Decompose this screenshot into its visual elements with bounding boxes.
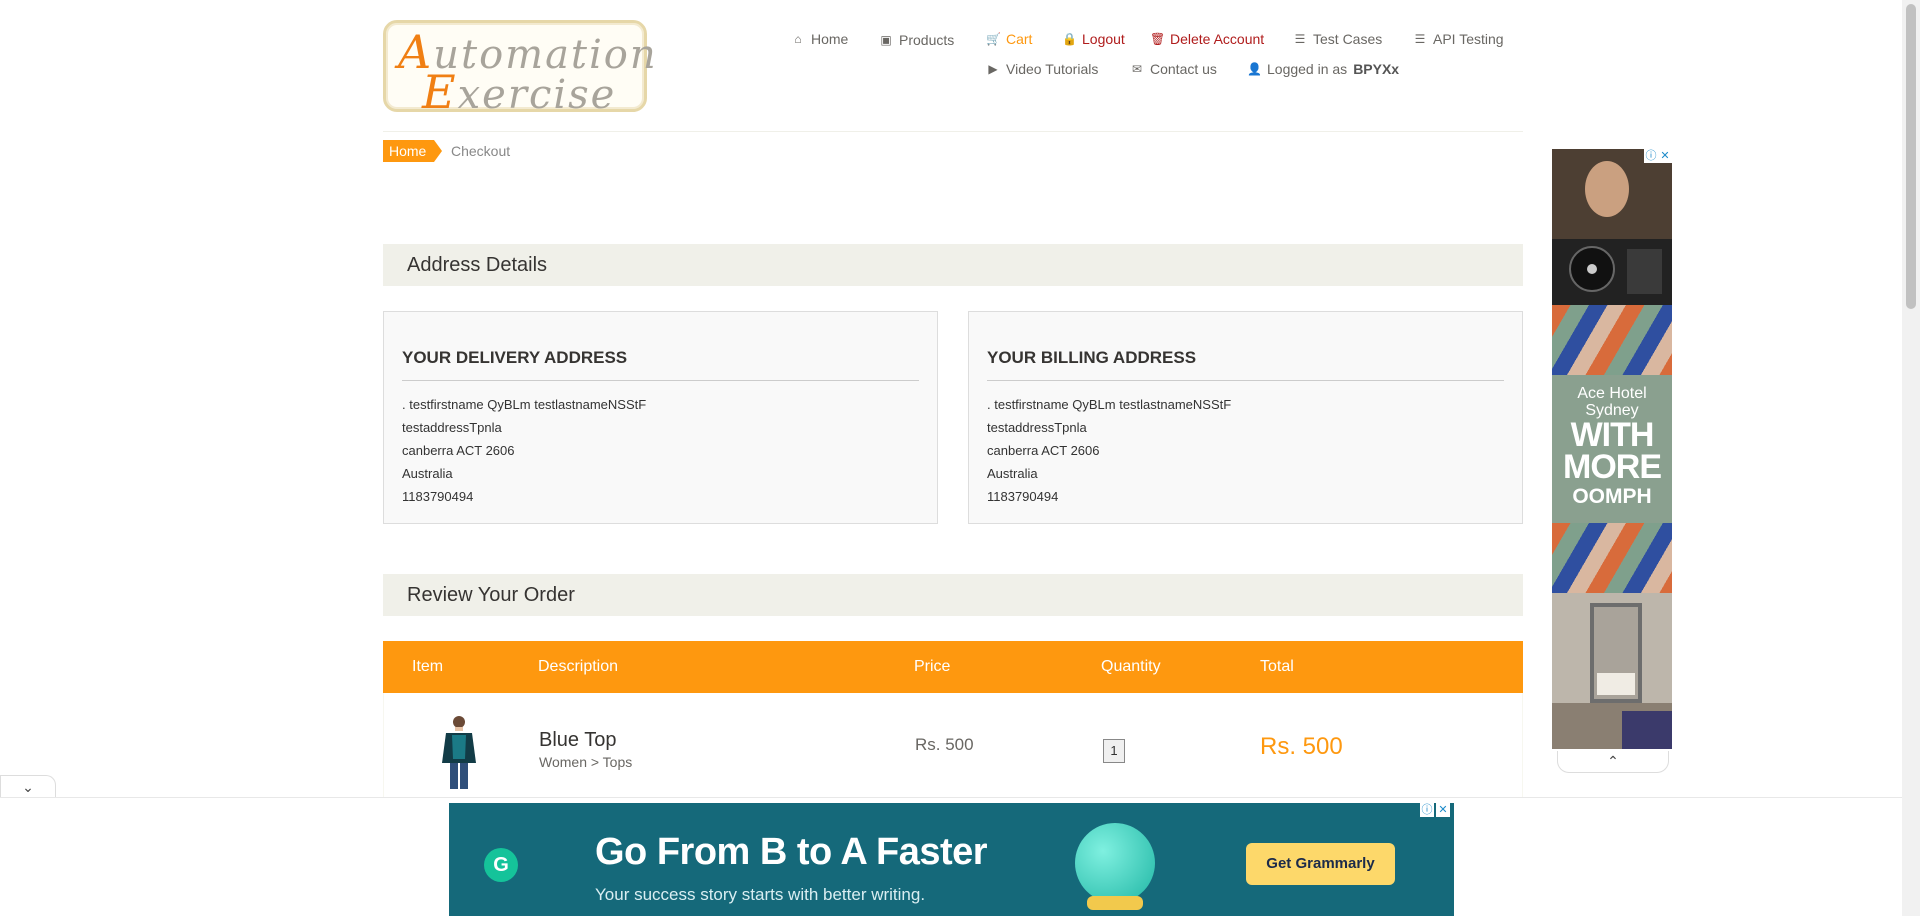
bottom-ad-toggle[interactable]: ⌄ — [0, 775, 56, 798]
nav-delete-account[interactable]: 🗑 Delete Account — [1150, 31, 1264, 47]
delivery-country: Australia — [402, 466, 453, 481]
ad-info-icon[interactable]: ⓘ — [1644, 149, 1658, 163]
delivery-name: . testfirstname QyBLm testlastnameNSStF — [402, 397, 647, 412]
ad-info-icon[interactable]: ⓘ — [1420, 803, 1434, 817]
header-quantity: Quantity — [1101, 658, 1161, 675]
delivery-address-heading: YOUR DELIVERY ADDRESS — [402, 348, 919, 381]
cart-table-header: Item Description Price Quantity Total — [383, 641, 1523, 693]
nav-api-testing[interactable]: ☰ API Testing — [1413, 31, 1504, 47]
side-advertisement[interactable]: Ace Hotel Sydney WITH MORE OOMPH ⓘ ✕ — [1552, 149, 1672, 749]
chevron-down-icon: ⌄ — [22, 779, 34, 795]
list-icon: ☰ — [1414, 32, 1426, 46]
nav-video-tutorials[interactable]: ▶ Video Tutorials — [986, 61, 1098, 77]
product-name[interactable]: Blue Top — [539, 729, 616, 752]
crystal-ball-base — [1087, 896, 1143, 910]
header-total: Total — [1260, 658, 1294, 675]
nav-contact-us[interactable]: ✉ Contact us — [1130, 61, 1217, 77]
billing-address-box: YOUR BILLING ADDRESS . testfirstname QyB… — [968, 311, 1523, 524]
billing-city: canberra ACT 2606 — [987, 443, 1100, 458]
delivery-address: testaddressTpnla — [402, 420, 502, 435]
billing-address-heading: YOUR BILLING ADDRESS — [987, 348, 1504, 381]
list-icon: ☰ — [1294, 32, 1306, 46]
product-quantity: 1 — [1103, 739, 1125, 763]
delivery-city: canberra ACT 2606 — [402, 443, 515, 458]
billing-name: . testfirstname QyBLm testlastnameNSStF — [987, 397, 1232, 412]
billing-address: testaddressTpnla — [987, 420, 1087, 435]
youtube-icon: ▶ — [988, 62, 998, 76]
product-total: Rs. 500 — [1260, 733, 1343, 760]
grammarly-logo-icon: G — [484, 848, 518, 882]
grammarly-advertisement[interactable]: G Go From B to A Faster Your success sto… — [449, 803, 1454, 916]
address-details-heading: Address Details — [383, 244, 1523, 286]
nav-test-cases[interactable]: ☰ Test Cases — [1293, 31, 1383, 47]
product-price: Rs. 500 — [915, 735, 974, 754]
billing-country: Australia — [987, 466, 1038, 481]
get-grammarly-button[interactable]: Get Grammarly — [1246, 843, 1395, 885]
ad-close-icon[interactable]: ✕ — [1436, 803, 1450, 817]
header-item: Item — [412, 658, 444, 675]
site-logo[interactable]: Automation Exercise — [383, 20, 656, 119]
header-description: Description — [538, 658, 619, 675]
breadcrumb-current: Checkout — [451, 143, 511, 159]
briefcase-icon: ▣ — [880, 33, 892, 47]
ad-hotel-name: Ace Hotel Sydney — [1577, 385, 1647, 419]
side-ad-collapse-button[interactable]: ⌃ — [1557, 751, 1669, 773]
ad-tiles-top — [1552, 305, 1672, 375]
ad-slogan-oomph: OOMPH — [1572, 485, 1652, 508]
nav-cart[interactable]: 🛒 Cart — [986, 31, 1032, 47]
nav-products[interactable]: ▣ Products — [879, 32, 954, 48]
scrollbar-thumb[interactable] — [1906, 4, 1916, 309]
ad-close-icon[interactable]: ✕ — [1658, 149, 1672, 163]
chevron-up-icon: ⌃ — [1607, 753, 1619, 769]
crystal-ball-icon — [1075, 823, 1155, 903]
header-divider — [383, 131, 1523, 132]
trash-icon: 🗑 — [1150, 32, 1166, 46]
review-order-heading: Review Your Order — [383, 574, 1523, 616]
username: BPYXx — [1353, 61, 1400, 77]
delivery-phone: 1183790494 — [402, 489, 474, 504]
product-category: Women > Tops — [539, 754, 633, 770]
ad-room-image — [1552, 593, 1672, 749]
ad-subtext: Your success story starts with better wr… — [595, 885, 926, 904]
nav-logout[interactable]: 🔒 Logout — [1062, 31, 1125, 47]
logged-in-status: 👤 Logged in as BPYXx — [1247, 61, 1400, 77]
breadcrumb-home[interactable]: Home — [383, 140, 443, 162]
billing-phone: 1183790494 — [987, 489, 1059, 504]
page-scrollbar[interactable] — [1902, 0, 1920, 916]
header-price: Price — [914, 658, 951, 675]
lock-icon: 🔒 — [1062, 32, 1077, 46]
ad-dj-image — [1552, 149, 1672, 305]
ad-slogan: WITH MORE — [1563, 416, 1662, 486]
cart-icon: 🛒 — [986, 32, 1001, 46]
logo-line-2: Exercise — [422, 65, 617, 119]
delivery-address-box: YOUR DELIVERY ADDRESS . testfirstname Qy… — [383, 311, 938, 524]
table-row: Blue Top Women > Tops Rs. 500 1 Rs. 500 — [383, 693, 1523, 803]
ad-tiles-bottom — [1552, 523, 1672, 593]
nav-home[interactable]: ⌂ Home — [791, 31, 848, 47]
home-icon: ⌂ — [794, 32, 802, 46]
envelope-icon: ✉ — [1131, 62, 1143, 76]
user-icon: 👤 — [1247, 62, 1262, 76]
ad-headline: Go From B to A Faster — [595, 831, 988, 873]
product-image[interactable] — [434, 713, 484, 793]
